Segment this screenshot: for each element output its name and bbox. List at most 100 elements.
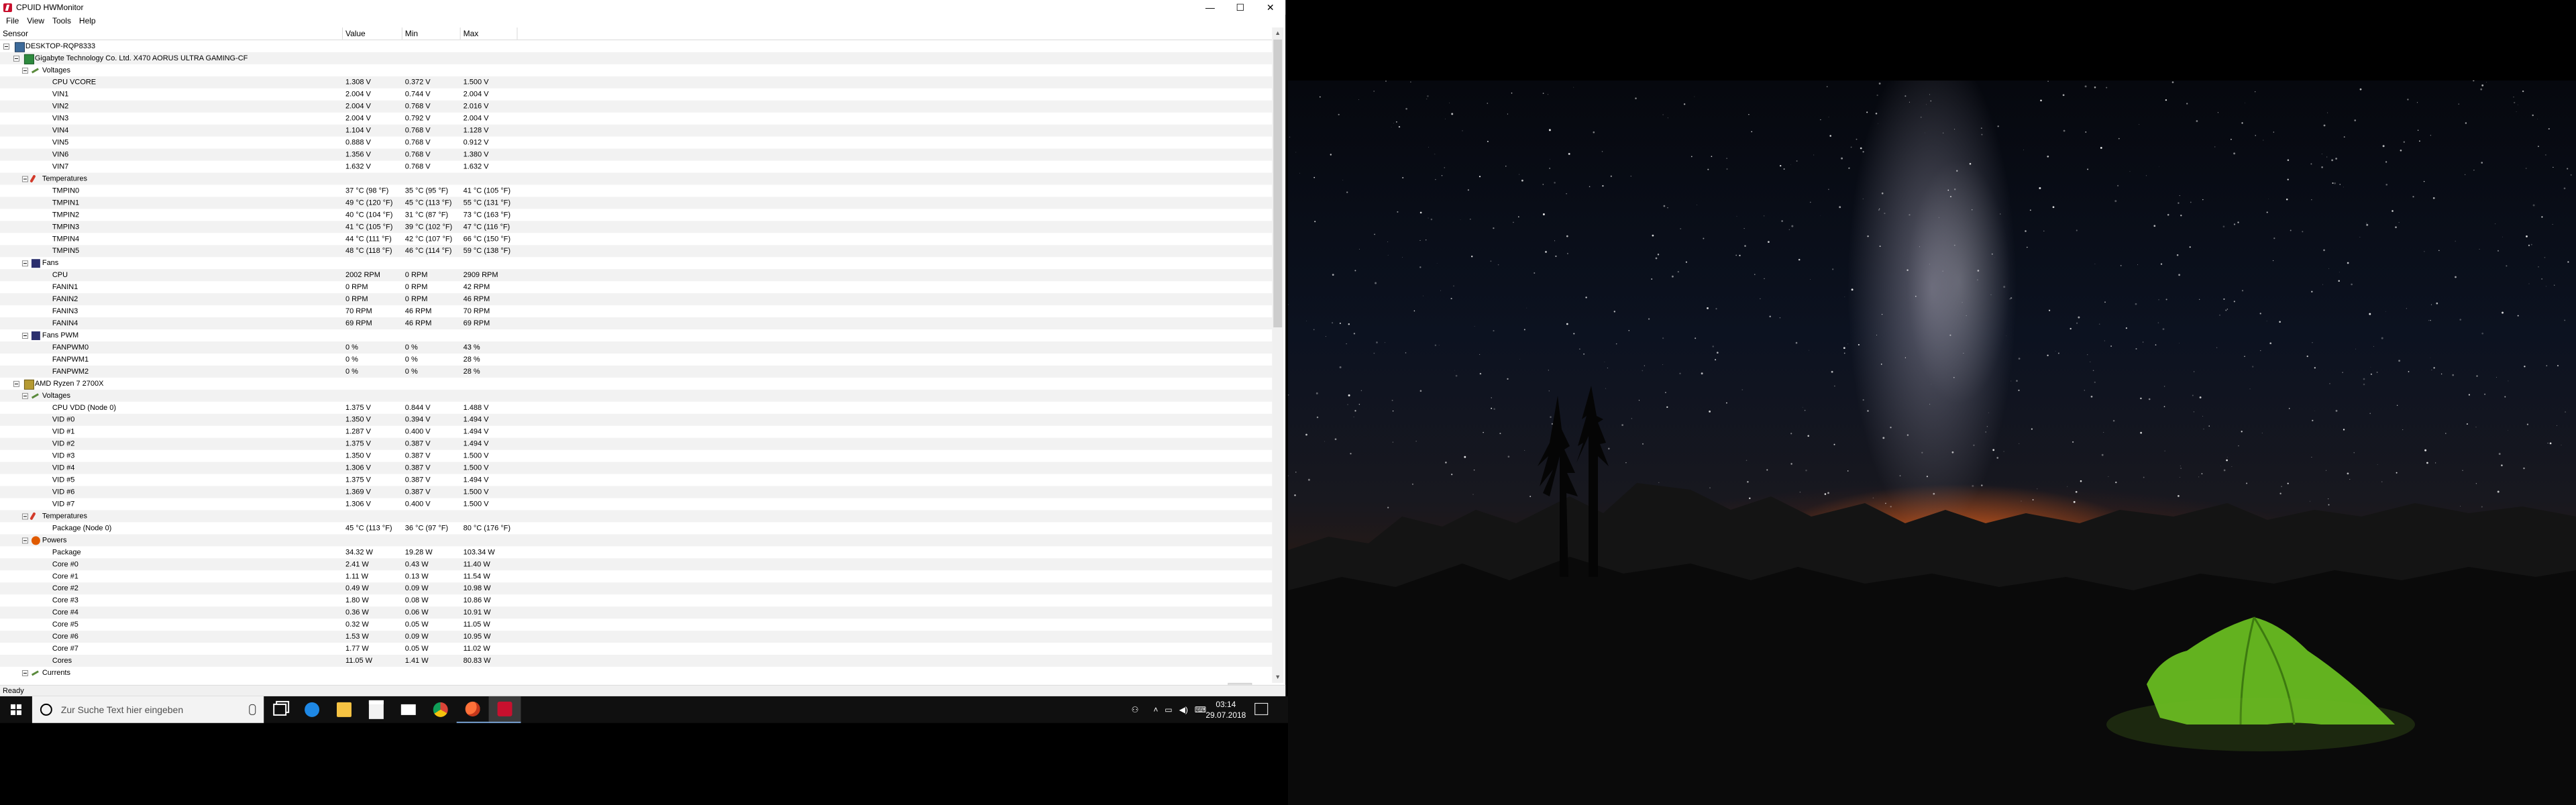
sensor-row[interactable]: VIN4 1.104 V 0.768 V 1.128 V	[0, 124, 1273, 137]
sensor-row[interactable]: Core #3 1.80 W 0.08 W 10.86 W	[0, 594, 1272, 606]
sensor-row[interactable]: VIN5 0.888 V 0.768 V 0.912 V	[0, 137, 1272, 149]
taskbar-app-chrome[interactable]	[425, 696, 457, 723]
sensor-row[interactable]: VID #0 1.350 V 0.394 V 1.494 V	[0, 413, 1273, 426]
sensor-row[interactable]: Core #5 0.32 W 0.05 W 11.05 W	[0, 619, 1272, 631]
collapse-toggle-icon[interactable]	[21, 513, 28, 520]
scroll-down-arrow-icon[interactable]: ▼	[1272, 672, 1283, 683]
task-view-button[interactable]	[264, 696, 296, 723]
people-icon[interactable]: ⚇	[1132, 705, 1139, 714]
sensor-row[interactable]: TMPIN1 49 °C (120 °F) 45 °C (113 °F) 55 °C …	[0, 197, 1273, 209]
sensor-row[interactable]: Core #2 0.49 W 0.09 W 10.98 W	[0, 582, 1273, 595]
sensor-row[interactable]: TMPIN4 44 °C (111 °F) 42 °C (107 °F) 66 °C …	[0, 233, 1272, 245]
tree-node[interactable]: Fans PWM	[0, 329, 1272, 341]
tree-node[interactable]: Powers	[0, 534, 1273, 547]
sensor-row[interactable]: CPU 2002 RPM 0 RPM 2909 RPM	[0, 269, 1273, 282]
sensor-row[interactable]: TMPIN5 48 °C (118 °F) 46 °C (114 °F) 59 °C …	[0, 245, 1273, 258]
sensor-row[interactable]: VIN3 2.004 V 0.792 V 2.004 V	[0, 113, 1272, 125]
sensor-row[interactable]: FANIN2 0 RPM 0 RPM 46 RPM	[0, 293, 1273, 306]
sensor-row[interactable]: FANPWM1 0 % 0 % 28 %	[0, 354, 1272, 366]
taskbar-app-firefox[interactable]	[456, 696, 489, 723]
title-bar[interactable]: CPUID HWMonitor — ☐ ✕	[0, 0, 1286, 15]
close-button[interactable]: ✕	[1255, 0, 1285, 15]
collapse-toggle-icon[interactable]	[13, 380, 19, 387]
taskbar-app-explorer[interactable]	[328, 696, 360, 723]
sensor-row[interactable]: VID #5 1.375 V 0.387 V 1.494 V	[0, 474, 1272, 486]
sensor-row[interactable]: Core #4 0.36 W 0.06 W 10.91 W	[0, 606, 1273, 619]
sensor-row[interactable]: CPU VCORE 1.308 V 0.372 V 1.500 V	[0, 76, 1273, 89]
tree-node[interactable]: Temperatures	[0, 172, 1273, 185]
start-button[interactable]	[0, 696, 32, 723]
sensor-row[interactable]: CPU VDD (Node 0) 1.375 V 0.844 V 1.488 V	[0, 402, 1272, 414]
sensor-row[interactable]: FANIN4 69 RPM 46 RPM 69 RPM	[0, 317, 1273, 330]
menu-view[interactable]: View	[23, 16, 49, 25]
column-header-max[interactable]: Max	[461, 27, 518, 40]
sensor-row[interactable]: Package 34.32 W 19.28 W 103.34 W	[0, 546, 1272, 558]
sensor-max: 2.016 V	[463, 102, 489, 111]
menu-help[interactable]: Help	[76, 16, 101, 25]
sensor-row[interactable]: TMPIN2 40 °C (104 °F) 31 °C (87 °F) 73 °C (…	[0, 209, 1272, 221]
collapse-toggle-icon[interactable]	[3, 43, 9, 50]
sensor-row[interactable]: VIN1 2.004 V 0.744 V 2.004 V	[0, 89, 1272, 101]
collapse-toggle-icon[interactable]	[21, 67, 28, 74]
chevron-up-icon[interactable]: ˄	[1153, 705, 1158, 714]
sensor-row[interactable]: VIN2 2.004 V 0.768 V 2.016 V	[0, 100, 1273, 113]
action-center-icon[interactable]	[1254, 702, 1269, 715]
sensor-row[interactable]: Core #6 1.53 W 0.09 W 10.95 W	[0, 631, 1273, 643]
tree-node[interactable]: Gigabyte Technology Co. Ltd. X470 AORUS …	[0, 52, 1273, 64]
taskbar-search[interactable]: Zur Suche Text hier eingeben	[32, 696, 264, 723]
menu-tools[interactable]: Tools	[49, 16, 76, 25]
tree-node[interactable]: AMD Ryzen 7 2700X	[0, 378, 1272, 390]
taskbar-app-edge[interactable]	[296, 696, 328, 723]
sensor-row[interactable]: VIN7 1.632 V 0.768 V 1.632 V	[0, 161, 1272, 173]
collapse-toggle-icon[interactable]	[21, 392, 28, 399]
collapse-toggle-icon[interactable]	[21, 669, 28, 676]
microphone-icon[interactable]	[249, 704, 256, 715]
sensor-row[interactable]: Core #1 1.11 W 0.13 W 11.54 W	[0, 570, 1272, 582]
tree-node[interactable]: Voltages	[0, 64, 1272, 76]
taskbar-app-store[interactable]	[360, 696, 392, 723]
collapse-toggle-icon[interactable]	[21, 333, 28, 339]
column-header-value[interactable]: Value	[343, 27, 402, 40]
sensor-row[interactable]: FANIN1 0 RPM 0 RPM 42 RPM	[0, 281, 1272, 293]
column-header-sensor[interactable]: Sensor	[0, 27, 343, 40]
volume-icon[interactable]: ◀)	[1179, 705, 1188, 714]
sensor-row[interactable]: Package (Node 0) 45 °C (113 °F) 36 °C (97 …	[0, 522, 1272, 534]
tree-node[interactable]: Temperatures	[0, 510, 1273, 523]
sensor-row[interactable]: FANIN3 70 RPM 46 RPM 70 RPM	[0, 305, 1272, 317]
network-icon[interactable]: ▭	[1165, 705, 1172, 714]
sensor-row[interactable]: Core #0 2.41 W 0.43 W 11.40 W	[0, 558, 1273, 571]
tree-node[interactable]: DESKTOP-RQP8333	[0, 40, 1272, 52]
sensor-row[interactable]: VID #6 1.369 V 0.387 V 1.500 V	[0, 486, 1273, 498]
vertical-scrollbar[interactable]: ▲ ▼	[1272, 27, 1284, 683]
scroll-up-arrow-icon[interactable]: ▲	[1272, 28, 1283, 39]
collapse-toggle-icon[interactable]	[21, 537, 28, 544]
sensor-row[interactable]: TMPIN3 41 °C (105 °F) 39 °C (102 °F) 47 °C …	[0, 221, 1273, 233]
sensor-row[interactable]: FANPWM0 0 % 0 % 43 %	[0, 341, 1273, 354]
collapse-toggle-icon[interactable]	[21, 176, 28, 182]
scroll-thumb[interactable]	[1273, 39, 1283, 328]
tree-node[interactable]: Currents	[0, 667, 1272, 679]
sensor-row[interactable]: Cores 11.05 W 1.41 W 80.83 W	[0, 655, 1273, 667]
sensor-row[interactable]: VID #1 1.287 V 0.400 V 1.494 V	[0, 426, 1272, 438]
sensor-row[interactable]: VID #3 1.350 V 0.387 V 1.500 V	[0, 450, 1272, 462]
maximize-button[interactable]: ☐	[1225, 0, 1255, 15]
menu-file[interactable]: File	[3, 16, 23, 25]
taskbar-app-hwmonitor[interactable]	[488, 696, 521, 723]
column-header-min[interactable]: Min	[402, 27, 461, 40]
collapse-toggle-icon[interactable]	[21, 260, 28, 267]
tree-node[interactable]: Voltages	[0, 389, 1273, 402]
sensor-row[interactable]: VIN6 1.356 V 0.768 V 1.380 V	[0, 148, 1273, 161]
sensor-row[interactable]: VID #4 1.306 V 0.387 V 1.500 V	[0, 462, 1273, 474]
sensor-row[interactable]: Core #7 1.77 W 0.05 W 11.02 W	[0, 643, 1272, 655]
minimize-button[interactable]: —	[1195, 0, 1225, 15]
sensor-row[interactable]: TMPIN0 37 °C (98 °F) 35 °C (95 °F) 41 °C (1…	[0, 184, 1272, 197]
tree-node[interactable]: Fans	[0, 257, 1272, 269]
sensor-row[interactable]: FANPWM2 0 % 0 % 28 %	[0, 365, 1273, 378]
sensor-max: 1.494 V	[463, 427, 489, 436]
collapse-toggle-icon[interactable]	[13, 55, 19, 62]
taskbar-app-mail[interactable]	[392, 696, 425, 723]
sensor-row[interactable]: VID #2 1.375 V 0.387 V 1.494 V	[0, 437, 1273, 450]
sensor-row[interactable]: VID #7 1.306 V 0.400 V 1.500 V	[0, 498, 1272, 511]
sensor-value: 1.350 V	[345, 415, 371, 424]
taskbar-clock[interactable]: 03:14 29.07.2018	[1202, 699, 1249, 720]
